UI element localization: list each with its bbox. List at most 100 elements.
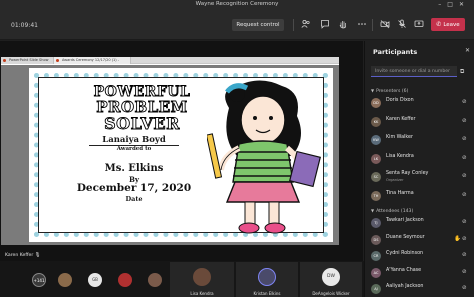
participant-avatar[interactable] [118, 273, 132, 287]
presenter-row[interactable]: TH Tina Harma ⊘ [371, 190, 473, 202]
avatar [258, 268, 276, 286]
presenter-row[interactable]: LK Lisa Kendra ⊘ [371, 153, 473, 165]
leave-label: Leave [443, 22, 460, 28]
tab-presentation[interactable]: Awards Ceremony 12/17/20 (1) - PowerPoin… [53, 57, 131, 69]
attendee-row[interactable]: DS Duane Seymour ✋ ⊘ [371, 234, 473, 246]
mic-off-icon: ⊘ [462, 136, 467, 142]
participants-title: Participants [373, 48, 418, 56]
invite-input[interactable]: Invite someone or dial a number [371, 66, 457, 77]
tile-name: DeAngelois Wicker [312, 291, 350, 296]
avatar: DS [371, 234, 381, 245]
avatar: AC [371, 267, 381, 278]
participant-name: Doris Dixon [386, 98, 414, 103]
attendee-row[interactable]: CR Cydni Robinson ⊘ [371, 250, 473, 262]
tab-slide-show-label: PowerPoint Slide Show [9, 58, 49, 62]
mic-off-icon: ⊘ [462, 285, 467, 291]
meeting-toolbar: 01:09:41 Request control ✆ Leave [0, 10, 474, 40]
award-date: December 17, 2020 [76, 182, 192, 194]
request-control-button[interactable]: Request control [232, 19, 284, 31]
chat-icon[interactable] [319, 19, 331, 31]
avatar: LK [371, 153, 381, 164]
camera-off-icon[interactable] [379, 19, 391, 31]
chevron-down-icon: ▼ [371, 88, 375, 93]
mic-off-icon: ⊘ [462, 191, 467, 198]
window-title-bar: Wayne Recognition Ceremony –□✕ [0, 0, 474, 10]
avatar: KW [371, 135, 381, 145]
powerpoint-icon [56, 59, 59, 62]
tab-slide-show[interactable]: PowerPoint Slide Show [1, 57, 53, 64]
mic-off-icon: ⊘ [462, 173, 467, 179]
self-name: Karen Keffer [5, 253, 34, 258]
attendee-row[interactable]: TJ Tawkari Jackson ⊘ [371, 217, 473, 229]
avatar: DW [322, 268, 340, 286]
participant-name: Duane Seymour [386, 234, 425, 240]
mic-off-icon: ⊘ [462, 235, 467, 242]
participant-name: Senta Ray Conley [386, 171, 429, 176]
avatar: CR [371, 251, 381, 261]
overflow-count-avatar[interactable]: +141 [32, 273, 46, 287]
participant-name: Karen Keffer [386, 116, 416, 122]
toolbar-divider [372, 19, 373, 31]
participant-name: Tawkari Jackson [386, 218, 424, 223]
presenter-row[interactable]: KW Kim Walker ⊘ [371, 134, 473, 146]
toolbar-divider [293, 19, 294, 31]
leave-button[interactable]: ✆ Leave [431, 18, 465, 31]
close-icon[interactable]: ✕ [459, 1, 470, 8]
presenters-section-header[interactable]: ▼ Presenters (6) [371, 88, 408, 94]
participants-panel: Participants ✕ Invite someone or dial a … [364, 41, 474, 297]
avatar: DD [371, 98, 381, 108]
more-options-icon[interactable] [356, 19, 368, 31]
presenter-row[interactable]: DD Doris Dixon ⊘ [371, 97, 473, 109]
presenter-row[interactable]: KK Karen Keffer ⊘ [371, 116, 473, 128]
share-screen-icon[interactable] [413, 19, 425, 31]
participant-video-tile[interactable]: Kristan Elkins [236, 262, 298, 297]
attendees-header-label: Attendees (143) [376, 209, 414, 214]
shared-powerpoint-window: PowerPoint Slide Show Awards Ceremony 12… [1, 57, 339, 245]
participant-avatar[interactable]: GB [88, 273, 102, 287]
self-name-label: Karen Keffer 🎙 [5, 253, 41, 258]
participant-video-tile[interactable]: Lisa Kendra [170, 262, 234, 297]
participant-role: Organizer [386, 178, 404, 182]
close-panel-icon[interactable]: ✕ [465, 47, 470, 54]
girl-illustration [207, 80, 321, 234]
avatar [193, 268, 211, 286]
avatar: AJ [371, 284, 381, 294]
date-label: Date [125, 195, 143, 203]
tile-name: Lisa Kendra [190, 291, 214, 296]
maximize-icon[interactable]: □ [447, 1, 459, 8]
chevron-down-icon: ▼ [371, 208, 375, 213]
raised-hand-icon: ✋ [454, 235, 461, 242]
phone-icon: ✆ [436, 21, 442, 28]
raise-hand-icon[interactable] [337, 19, 349, 31]
mic-off-icon: ⊘ [462, 219, 467, 225]
powerpoint-taskbar: PowerPoint Slide Show Awards Ceremony 12… [1, 57, 339, 69]
recipient-name: Lanaiya Boyd [89, 135, 179, 146]
mic-off-icon: ⊘ [462, 252, 467, 258]
attendees-section-header[interactable]: ▼ Attendees (143) [371, 208, 413, 214]
window-controls[interactable]: –□✕ [438, 1, 470, 8]
avatar: SC [371, 172, 381, 182]
mic-off-icon: ⊘ [462, 154, 467, 161]
participant-name: Aaliyah Jackson [386, 284, 424, 289]
participant-name: Lisa Kendra [386, 153, 414, 159]
participant-name: Cydni Robinson [386, 251, 424, 256]
attendee-row[interactable]: AC A'Yanna Chase ⊘ [371, 267, 473, 279]
slide-area: POWERFUL PROBLEM SOLVER Lanaiya Boyd Awa… [1, 65, 339, 245]
copy-link-icon[interactable]: ⧉ [460, 66, 464, 77]
participant-avatar[interactable] [58, 273, 72, 287]
participants-icon[interactable] [300, 19, 312, 31]
minimize-icon[interactable]: – [438, 1, 447, 8]
powerpoint-icon [3, 59, 6, 62]
attendee-row[interactable]: AJ Aaliyah Jackson ⊘ [371, 283, 473, 295]
tile-name: Kristan Elkins [253, 291, 281, 296]
mic-off-icon[interactable] [396, 19, 408, 31]
participant-avatar[interactable] [148, 273, 162, 287]
avatar: TH [371, 190, 381, 201]
presenter-name: Ms. Elkins [104, 163, 164, 174]
awarded-to-label: Awarded to [116, 146, 152, 152]
participant-video-tile[interactable]: DW DeAngelois Wicker [300, 262, 362, 297]
presenter-row[interactable]: SC Senta Ray Conley Organizer ⊘ [371, 171, 473, 183]
participant-name: A'Yanna Chase [386, 267, 422, 273]
participant-name: Kim Walker [386, 135, 413, 140]
avatar: KK [371, 116, 381, 127]
